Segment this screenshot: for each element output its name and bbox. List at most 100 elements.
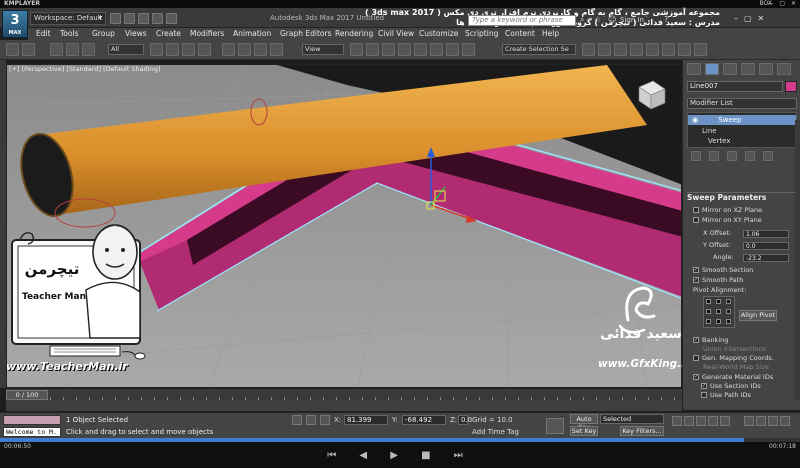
rect-selection-icon[interactable] [182, 43, 195, 56]
key-filters-button[interactable]: Key Filters... [620, 426, 664, 436]
menu-rendering[interactable]: Rendering [335, 28, 373, 40]
eye-icon[interactable]: ◉ [692, 116, 700, 124]
menu-graph-editors[interactable]: Graph Editors [280, 28, 332, 40]
render-setup-icon[interactable] [662, 43, 675, 56]
play-icon[interactable] [696, 416, 706, 426]
infocenter-star-icon[interactable]: ☆ [594, 15, 604, 25]
menu-customize[interactable]: Customize [419, 28, 458, 40]
checkbox-box[interactable]: ✓ [693, 337, 699, 343]
select-by-name-icon[interactable] [166, 43, 179, 56]
absolute-mode-icon[interactable] [320, 415, 330, 425]
go-to-start-icon[interactable] [672, 416, 682, 426]
menu-scripting[interactable]: Scripting [465, 28, 498, 40]
save-file-icon[interactable] [138, 13, 149, 24]
workspace-dropdown[interactable]: Workspace: Default ▾ [30, 12, 106, 25]
unlink-icon[interactable] [66, 43, 79, 56]
zoom-icon[interactable] [744, 416, 754, 426]
hierarchy-tab-icon[interactable] [723, 63, 737, 75]
player-window-controls[interactable]: — ▢ ✕ [767, 0, 798, 8]
sign-in-link[interactable]: Sign In [620, 15, 660, 26]
checkbox-box[interactable]: ✓ [693, 267, 699, 273]
pivot-alignment-grid[interactable] [703, 296, 735, 328]
configure-sets-icon[interactable] [763, 151, 773, 161]
max-logo-button[interactable]: 3 MAX [2, 10, 28, 38]
menu-group[interactable]: Group [92, 28, 115, 40]
checkbox-box[interactable] [693, 217, 699, 223]
radio-dot[interactable] [701, 392, 707, 398]
time-slider-thumb[interactable]: 0 / 100 [6, 390, 48, 400]
auto-key-button[interactable]: Auto Key [570, 414, 598, 431]
make-unique-icon[interactable] [727, 151, 737, 161]
select-rotate-icon[interactable] [238, 43, 251, 56]
player-transport-icons[interactable]: ⏮ ◀ ▶ ■ ⏭ [280, 450, 520, 464]
render-production-icon[interactable] [694, 43, 707, 56]
previous-frame-icon[interactable] [684, 416, 694, 426]
key-selection-dropdown[interactable]: Selected [600, 414, 664, 424]
stack-item-vertex[interactable]: Vertex [688, 136, 796, 146]
pin-stack-icon[interactable] [691, 151, 701, 161]
mirror-xy-checkbox[interactable]: Mirror on XY Plane [693, 216, 762, 225]
redo-button-icon[interactable] [22, 43, 35, 56]
new-file-icon[interactable] [110, 13, 121, 24]
x-offset-spinner[interactable]: 1.06 [743, 230, 789, 238]
menu-views[interactable]: Views [125, 28, 147, 40]
selection-lock-icon[interactable] [306, 415, 316, 425]
z-coord-field[interactable]: 0.0 [458, 415, 472, 425]
orbit-icon[interactable] [780, 416, 790, 426]
menu-tools[interactable]: Tools [60, 28, 78, 40]
track-bar[interactable] [6, 400, 682, 412]
checkbox-box[interactable]: ✓ [693, 374, 699, 380]
menu-modifiers[interactable]: Modifiers [190, 28, 224, 40]
go-to-end-icon[interactable] [720, 416, 730, 426]
gen-mapping-checkbox[interactable]: Gen. Mapping Coords. [693, 354, 774, 363]
create-tab-icon[interactable] [687, 63, 701, 75]
checkbox-box[interactable] [693, 207, 699, 213]
select-object-icon[interactable] [150, 43, 163, 56]
undo-icon[interactable] [152, 13, 163, 24]
curve-editor-icon[interactable] [630, 43, 643, 56]
open-file-icon[interactable] [124, 13, 135, 24]
keyboard-shortcut-icon[interactable] [382, 43, 395, 56]
percent-snap-icon[interactable] [430, 43, 443, 56]
pivot-center-icon[interactable] [350, 43, 363, 56]
bind-space-warp-icon[interactable] [82, 43, 95, 56]
redo-icon[interactable] [166, 13, 177, 24]
remove-modifier-icon[interactable] [745, 151, 755, 161]
y-offset-spinner[interactable]: 0.0 [743, 242, 789, 250]
align-pivot-button[interactable]: Align Pivot [739, 310, 777, 321]
render-frame-icon[interactable] [678, 43, 691, 56]
maxscript-mini-listener[interactable] [3, 415, 61, 425]
zoom-all-icon[interactable] [756, 416, 766, 426]
select-manipulate-icon[interactable] [366, 43, 379, 56]
y-coord-field[interactable]: -68.492 [402, 415, 446, 425]
menu-animation[interactable]: Animation [233, 28, 271, 40]
checkbox-box[interactable] [693, 355, 699, 361]
viewport-label-menu[interactable]: [+] [Perspective] [Standard] [Default Sh… [7, 65, 160, 74]
object-color-swatch[interactable] [785, 81, 797, 92]
x-coord-field[interactable]: 81.399 [344, 415, 388, 425]
command-panel-scrollbar[interactable] [795, 120, 800, 400]
radio-dot[interactable]: ✓ [701, 383, 707, 389]
gen-material-ids-checkbox[interactable]: ✓ Generate Material IDs [693, 373, 773, 382]
use-path-ids-radio[interactable]: Use Path IDs [701, 391, 751, 400]
motion-tab-icon[interactable] [741, 63, 755, 75]
maxscript-listener-input[interactable]: Welcome to M. [3, 427, 61, 437]
angle-spinner[interactable]: -23.2 [743, 254, 789, 262]
angle-snap-icon[interactable] [414, 43, 427, 56]
menu-help[interactable]: Help [542, 28, 559, 40]
menu-content[interactable]: Content [505, 28, 535, 40]
menu-civil-view[interactable]: Civil View [378, 28, 414, 40]
mirror-xz-checkbox[interactable]: Mirror on XZ Plane [693, 206, 762, 215]
add-time-tag-button[interactable]: Add Time Tag [472, 427, 519, 437]
menu-create[interactable]: Create [156, 28, 181, 40]
menu-edit[interactable]: Edit [36, 28, 51, 40]
display-tab-icon[interactable] [759, 63, 773, 75]
modifier-list-dropdown[interactable]: Modifier List [687, 98, 797, 109]
player-progress-bar[interactable] [0, 438, 800, 442]
link-icon[interactable] [50, 43, 63, 56]
use-section-ids-radio[interactable]: ✓ Use Section IDs [701, 382, 761, 391]
snaps-toggle-icon[interactable] [398, 43, 411, 56]
help-icon[interactable]: ? [664, 15, 674, 25]
object-name-field[interactable]: Line007 [687, 81, 783, 92]
named-selection-icon[interactable] [462, 43, 475, 56]
